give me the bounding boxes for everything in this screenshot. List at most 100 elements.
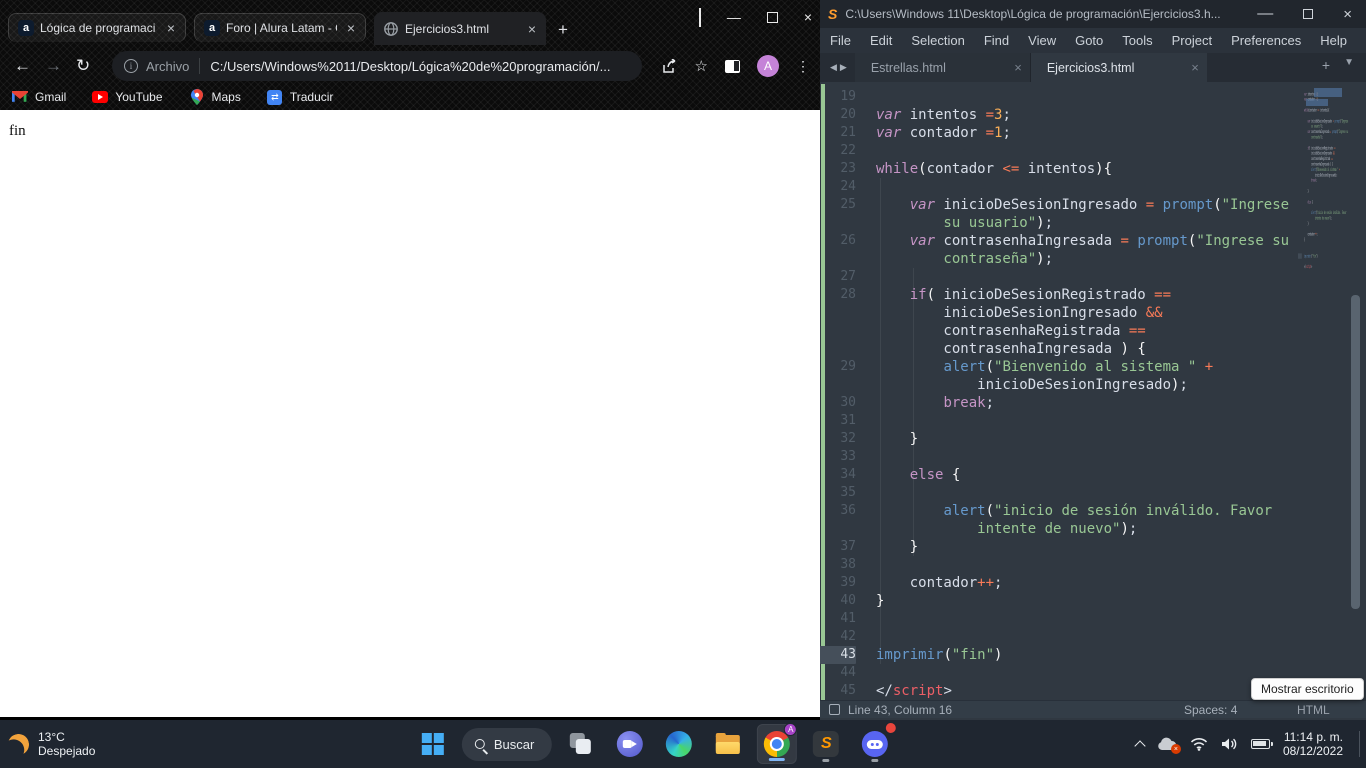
menu-project[interactable]: Project (1172, 33, 1212, 48)
new-tab-button[interactable]: + (558, 20, 568, 40)
chat-button[interactable] (610, 724, 650, 764)
indent-setting-label[interactable]: Spaces: 4 (1184, 703, 1237, 717)
start-button[interactable] (413, 724, 453, 764)
tray-overflow-icon[interactable] (1134, 739, 1146, 752)
menu-tools[interactable]: Tools (1122, 33, 1152, 48)
battery-icon[interactable] (1250, 739, 1273, 749)
editor-tab-label: Ejercicios3.html (1046, 60, 1135, 75)
gutter-line-number: 33 (840, 449, 856, 464)
menu-file[interactable]: File (830, 33, 851, 48)
chrome-profile-badge: A (784, 723, 798, 736)
editor-tab[interactable]: Ejercicios3.html × (1030, 53, 1207, 82)
show-desktop-strip[interactable] (1359, 731, 1360, 757)
menu-selection[interactable]: Selection (911, 33, 964, 48)
syntax-label[interactable]: HTML (1297, 703, 1330, 717)
gutter-line-number: 28 (840, 287, 856, 302)
browser-window-controls: — × (698, 8, 812, 27)
menu-find[interactable]: Find (984, 33, 1009, 48)
bookmarks-bar: Gmail YouTube Maps ⇄ Traducir (0, 84, 820, 110)
clock-widget[interactable]: 11:14 p. m. 08/12/2022 (1283, 730, 1343, 758)
menu-help[interactable]: Help (1320, 33, 1347, 48)
sublime-icon: S (813, 731, 840, 757)
onedrive-icon[interactable]: × (1157, 737, 1181, 754)
code-row: 37 } (820, 538, 1320, 556)
code-row: 21 var contador =1; (820, 124, 1320, 142)
search-box[interactable]: Buscar (461, 727, 553, 761)
clock-date: 08/12/2022 (1282, 744, 1343, 758)
editor-new-tab-icon[interactable]: + (1322, 57, 1330, 73)
tab-close-icon[interactable]: × (343, 20, 359, 36)
editor-maximize-button[interactable] (1303, 9, 1314, 19)
editor-close-button[interactable]: × (1343, 6, 1352, 23)
tab-history-arrows[interactable]: ◀▶ (820, 62, 855, 82)
page-info-icon[interactable]: i (124, 59, 138, 73)
share-icon[interactable] (662, 58, 678, 74)
bookmark-youtube[interactable]: YouTube (92, 89, 163, 105)
menu-edit[interactable]: Edit (870, 33, 892, 48)
maximize-button[interactable] (766, 11, 778, 23)
gutter-line-number (820, 520, 856, 538)
chrome-button[interactable]: A (757, 723, 798, 764)
volume-icon[interactable] (1221, 737, 1238, 751)
gutter-line-number (820, 322, 856, 340)
browser-tab[interactable]: a Foro | Alura Latam - C × (194, 13, 366, 42)
code-row: inicioDeSesionIngresado); (820, 376, 1320, 394)
weather-widget[interactable]: 13°C Despejado (8, 720, 95, 768)
reload-icon[interactable]: ↻ (76, 56, 90, 76)
code-row: 32 } (820, 430, 1320, 448)
file-explorer-button[interactable] (708, 724, 748, 764)
browser-menu-icon[interactable]: ⋮ (796, 58, 810, 75)
profile-avatar[interactable]: A (757, 55, 779, 77)
bookmark-traducir[interactable]: ⇄ Traducir (267, 89, 333, 105)
search-icon (474, 739, 485, 749)
menu-goto[interactable]: Goto (1075, 33, 1103, 48)
minimap[interactable]: var intentos =3;var contador =1;while(co… (1298, 86, 1354, 286)
minimize-button[interactable]: — (727, 9, 741, 25)
gutter-line-number: 20 (840, 107, 856, 122)
tab-close-icon[interactable]: × (524, 21, 540, 37)
editor-tab-list-icon[interactable]: ▼ (1344, 57, 1354, 73)
wifi-icon[interactable] (1190, 737, 1208, 751)
editor-tab-close-icon[interactable]: × (1014, 60, 1022, 75)
code-editor-area[interactable]: 19 20 var intentos =3; 21 var contador =1; 22… (820, 82, 1366, 700)
gutter-line-number: 22 (840, 143, 856, 158)
code-row: 31 (820, 412, 1320, 430)
discord-button[interactable] (855, 722, 898, 764)
back-icon[interactable]: ← (14, 56, 31, 76)
editor-minimize-button[interactable]: — (1257, 5, 1273, 23)
address-url[interactable]: C:/Users/Windows%2011/Desktop/Lógica%20d… (210, 59, 610, 74)
bookmark-gmail[interactable]: Gmail (12, 89, 66, 105)
sublime-button[interactable]: S (806, 724, 846, 764)
editor-scrollbar[interactable] (1351, 295, 1360, 609)
editor-window: S C:\Users\Windows 11\Desktop\Lógica de … (820, 0, 1366, 720)
tab-title: Foro | Alura Latam - C (226, 21, 337, 35)
browser-tab[interactable]: Ejercicios3.html × (374, 12, 546, 45)
browser-tab[interactable]: a Lógica de programaci × (8, 13, 186, 42)
editor-tab-close-icon[interactable]: × (1191, 60, 1199, 75)
menu-preferences[interactable]: Preferences (1231, 33, 1301, 48)
code-row: 23 while(contador <= intentos){ (820, 160, 1320, 178)
panel-switch-icon[interactable] (829, 704, 840, 715)
address-bar[interactable]: i Archivo C:/Users/Windows%2011/Desktop/… (112, 51, 642, 81)
onedrive-error-badge: × (1170, 744, 1181, 754)
code-row: contrasenhaIngresada ) { (820, 340, 1320, 358)
desktop-screen: a Lógica de programaci × a Foro | Alura Lata… (0, 0, 1366, 768)
forward-icon[interactable]: → (45, 56, 62, 76)
chat-icon (617, 731, 644, 757)
gutter-line-number: 42 (840, 629, 856, 644)
edge-button[interactable] (659, 724, 699, 764)
cursor-position-label[interactable]: Line 43, Column 16 (848, 703, 952, 717)
editor-tab[interactable]: Estrellas.html × (854, 53, 1031, 82)
tab-search-icon[interactable] (698, 8, 701, 27)
alura-icon: a (18, 20, 34, 36)
task-view-button[interactable] (561, 724, 601, 764)
bookmark-maps[interactable]: Maps (189, 89, 241, 105)
bookmark-star-icon[interactable]: ☆ (695, 57, 708, 75)
gutter-line-number: 23 (840, 161, 856, 176)
side-panel-icon[interactable] (725, 59, 740, 73)
code-row: 34 else { (820, 466, 1320, 484)
menu-view[interactable]: View (1028, 33, 1056, 48)
close-button[interactable]: × (804, 9, 812, 25)
youtube-icon (92, 89, 109, 105)
tab-close-icon[interactable]: × (163, 20, 179, 36)
